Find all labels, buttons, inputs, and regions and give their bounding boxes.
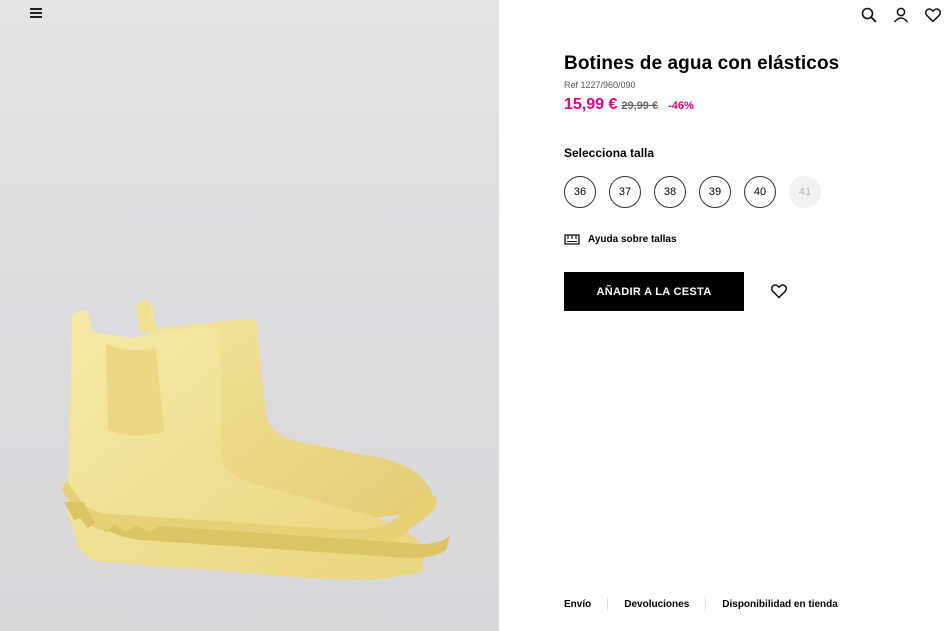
price-block: 15,99 € 29,99 € -46% <box>564 96 934 114</box>
returns-link[interactable]: Devoluciones <box>624 599 689 610</box>
size-option-38[interactable]: 38 <box>654 176 686 208</box>
size-option-37[interactable]: 37 <box>609 176 641 208</box>
shipping-link[interactable]: Envío <box>564 599 591 610</box>
heart-icon[interactable] <box>924 6 942 24</box>
ruler-icon <box>564 232 580 246</box>
search-icon[interactable] <box>860 6 878 24</box>
hamburger-menu-icon[interactable] <box>28 6 46 24</box>
user-icon[interactable] <box>892 6 910 24</box>
store-availability-link[interactable]: Disponibilidad en tienda <box>722 599 838 610</box>
product-footer-links: Envío Devoluciones Disponibilidad en tie… <box>564 597 838 611</box>
discount-badge: -46% <box>668 100 694 112</box>
product-reference: Ref 1227/960/090 <box>564 80 636 90</box>
header-icons <box>860 6 942 24</box>
size-option-40[interactable]: 40 <box>744 176 776 208</box>
product-image-pane <box>0 0 499 631</box>
product-info: Botines de agua con elásticos Ref 1227/9… <box>564 52 934 114</box>
size-option-41-unavailable: 41 <box>789 176 821 208</box>
divider <box>607 597 609 611</box>
size-selector: 36 37 38 39 40 41 <box>564 176 821 208</box>
size-option-36[interactable]: 36 <box>564 176 596 208</box>
size-selector-label: Selecciona talla <box>564 146 655 160</box>
divider <box>705 597 707 611</box>
product-title: Botines de agua con elásticos <box>564 53 840 74</box>
old-price: 29,99 € <box>621 100 659 112</box>
add-to-cart-button[interactable]: AÑADIR A LA CESTA <box>564 272 744 311</box>
size-help-label: Ayuda sobre tallas <box>588 233 677 245</box>
current-price: 15,99 € <box>564 96 618 113</box>
product-image <box>62 300 450 580</box>
size-option-39[interactable]: 39 <box>699 176 731 208</box>
size-help-link[interactable]: Ayuda sobre tallas <box>564 232 677 246</box>
wishlist-heart-icon[interactable] <box>770 283 788 299</box>
